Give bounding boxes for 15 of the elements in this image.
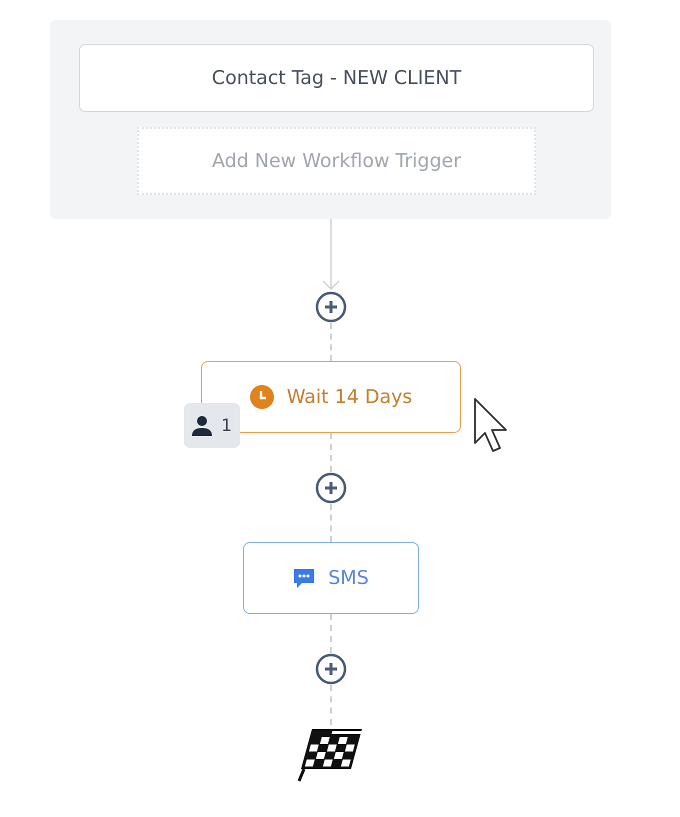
contact-count: 1 [221,416,232,436]
clock-icon [248,384,275,410]
add-step-button[interactable] [314,653,346,685]
add-trigger-button[interactable]: Add New Workflow Trigger [137,127,536,195]
add-step-button[interactable] [314,291,346,323]
step-label: Wait 14 Days [286,386,412,408]
person-icon [191,414,214,436]
sms-step-card[interactable]: SMS [242,542,418,614]
chat-bubble-icon [292,566,316,590]
arrow-connector [320,219,340,291]
connector-line [330,685,332,725]
add-step-button[interactable] [314,472,346,504]
mouse-cursor-icon [472,397,508,453]
step-label: SMS [328,567,369,589]
trigger-card[interactable]: Contact Tag - NEW CLIENT [79,44,594,112]
